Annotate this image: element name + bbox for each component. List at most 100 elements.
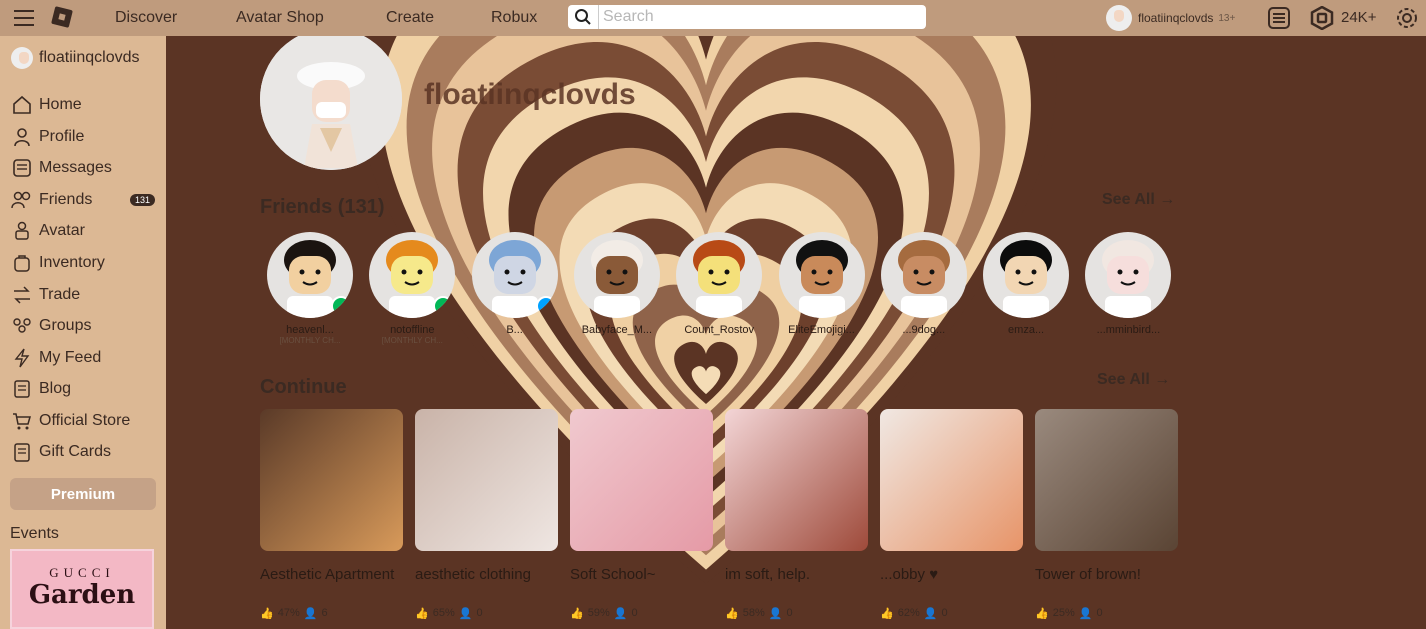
friend-tile[interactable]: B...: [470, 232, 560, 336]
friends-see-all-link[interactable]: See All →: [1102, 191, 1175, 209]
players-icon: 👤: [1078, 608, 1093, 620]
game-player-count: 0: [941, 607, 948, 619]
event-banner-line1: GUCCI: [49, 565, 115, 580]
friend-tile[interactable]: Count_Rostov: [674, 232, 764, 336]
game-title: im soft, help.: [725, 566, 811, 583]
game-rating: 65%: [432, 607, 455, 619]
sidebar-item-blog[interactable]: Blog: [11, 377, 159, 401]
premium-button[interactable]: Premium: [10, 478, 156, 510]
players-icon: 👤: [458, 608, 473, 620]
game-tile[interactable]: aesthetic clothing 👍 65% 👤 0: [415, 409, 558, 620]
friends-icon: [11, 189, 33, 211]
friend-tile[interactable]: emza...: [981, 232, 1071, 336]
sidebar-item-avatar[interactable]: Avatar: [11, 219, 159, 243]
game-thumbnail: [570, 409, 713, 551]
menu-icon[interactable]: [14, 10, 34, 26]
gucci-garden-event-banner[interactable]: GUCCI Garden: [10, 549, 154, 629]
sidebar-item-official-store[interactable]: Official Store: [11, 409, 159, 433]
players-icon: 👤: [303, 608, 318, 620]
friend-tile[interactable]: heavenl... [MONTHLY CH...: [265, 232, 355, 345]
sidebar-username: floatiinqclovds: [39, 49, 140, 66]
friend-name: B...: [506, 324, 523, 336]
game-thumbnail: [725, 409, 868, 551]
trade-icon: [11, 284, 33, 306]
sidebar-item-profile[interactable]: Profile: [11, 125, 159, 149]
sidebar-item-my-feed[interactable]: My Feed: [11, 346, 159, 370]
thumbs-up-icon: 👍: [880, 608, 894, 620]
sidebar-item-label: Profile: [39, 128, 85, 145]
sidebar-item-label: Groups: [39, 317, 92, 334]
game-player-count: 0: [1096, 607, 1103, 619]
robux-icon[interactable]: [1310, 5, 1334, 35]
account-menu[interactable]: floatiinqclovds 13+: [1106, 5, 1235, 31]
friend-avatar: [267, 232, 353, 318]
notifications-icon[interactable]: [1267, 6, 1291, 35]
sidebar-item-gift-cards[interactable]: Gift Cards: [11, 440, 159, 464]
players-icon: 👤: [768, 608, 783, 620]
home-icon: [11, 94, 33, 116]
nav-create[interactable]: Create: [386, 9, 434, 27]
game-rating: 62%: [897, 607, 920, 619]
settings-gear-icon[interactable]: [1395, 6, 1419, 35]
inventory-icon: [11, 252, 33, 274]
game-tile[interactable]: Tower of brown! 👍 25% 👤 0: [1035, 409, 1178, 620]
avatar-icon: [11, 220, 33, 242]
in-game-presence-icon: [433, 296, 454, 316]
gift-cards-icon: [11, 441, 33, 463]
avatar: [11, 47, 33, 69]
groups-icon: [11, 315, 33, 337]
sidebar-item-trade[interactable]: Trade: [11, 283, 159, 307]
players-icon: 👤: [923, 608, 938, 620]
roblox-logo-icon[interactable]: [51, 6, 73, 28]
game-title: Tower of brown!: [1035, 566, 1141, 583]
robux-balance[interactable]: 24K+: [1341, 9, 1376, 26]
game-title: aesthetic clothing: [415, 566, 531, 583]
sidebar-item-label: Blog: [39, 380, 72, 397]
blog-icon: [11, 378, 33, 400]
friend-tile[interactable]: ...9dog...: [879, 232, 969, 336]
continue-section-title: Continue: [260, 376, 347, 398]
continue-see-all-link[interactable]: See All →: [1097, 371, 1170, 389]
sidebar-item-groups[interactable]: Groups: [11, 314, 159, 338]
friend-tile[interactable]: ...mminbird...: [1083, 232, 1173, 336]
friend-avatar: [983, 232, 1070, 318]
friend-name: Babyface_M...: [581, 324, 653, 336]
in-game-presence-icon: [331, 296, 351, 316]
friend-tile[interactable]: notoffline [MONTHLY CH...: [367, 232, 457, 345]
sidebar-item-label: Trade: [39, 286, 81, 303]
players-icon: 👤: [613, 608, 628, 620]
top-username: floatiinqclovds: [1138, 11, 1214, 25]
sidebar-item-messages[interactable]: Messages: [11, 156, 159, 180]
profile-main-area: floatiinqclovds Friends (131) See All → …: [166, 36, 1426, 629]
nav-discover[interactable]: Discover: [115, 9, 177, 27]
sidebar-item-friends[interactable]: Friends 131: [11, 188, 159, 212]
friend-tile[interactable]: Babyface_M...: [572, 232, 662, 336]
sidebar-item-home[interactable]: Home: [11, 93, 159, 117]
game-player-count: 0: [631, 607, 638, 619]
nav-avatar-shop[interactable]: Avatar Shop: [236, 9, 324, 27]
store-icon: [11, 410, 33, 432]
game-rating: 58%: [742, 607, 765, 619]
friend-status: [MONTHLY CH...: [279, 336, 341, 345]
search-icon[interactable]: [568, 5, 599, 29]
game-tile[interactable]: Soft School~ 👍 59% 👤 0: [570, 409, 713, 620]
friend-tile[interactable]: EliteEmojigi...: [777, 232, 867, 336]
friend-avatar: [676, 232, 763, 318]
sidebar-user[interactable]: floatiinqclovds: [11, 47, 140, 69]
nav-robux[interactable]: Robux: [491, 9, 537, 27]
sidebar-item-inventory[interactable]: Inventory: [11, 251, 159, 275]
friend-avatar: [880, 232, 967, 318]
game-tile[interactable]: im soft, help. 👍 58% 👤 0: [725, 409, 868, 620]
game-thumbnail: [1035, 409, 1178, 551]
friends-count-badge: 131: [129, 194, 155, 206]
game-tile[interactable]: Aesthetic Apartment 👍 47% 👤 6: [260, 409, 403, 620]
thumbs-up-icon: 👍: [1035, 608, 1049, 620]
friend-name: EliteEmojigi...: [788, 324, 855, 336]
game-tile[interactable]: ...obby ♥ 👍 62% 👤 0: [880, 409, 1023, 620]
sidebar-item-label: Gift Cards: [39, 443, 112, 460]
profile-icon: [11, 126, 33, 148]
sidebar-item-label: Home: [39, 96, 82, 113]
left-sidebar: floatiinqclovds Home Profile Messages Fr…: [0, 36, 166, 629]
sidebar-item-label: Avatar: [39, 222, 85, 239]
search-input[interactable]: [599, 8, 926, 26]
